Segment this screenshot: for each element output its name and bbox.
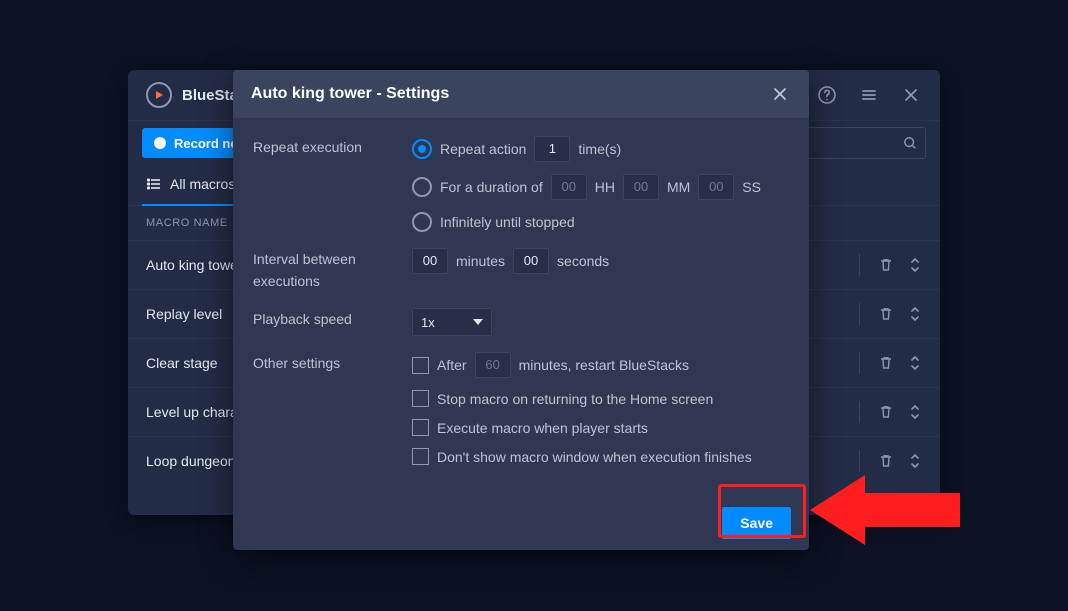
repeat-execution-label: Repeat execution bbox=[253, 136, 388, 232]
trash-icon[interactable] bbox=[878, 257, 894, 273]
settings-modal: Auto king tower - Settings Repeat execut… bbox=[233, 70, 809, 550]
reorder-icon[interactable] bbox=[908, 355, 922, 371]
duration-hh-label: HH bbox=[595, 179, 615, 195]
modal-title: Auto king tower - Settings bbox=[251, 85, 449, 103]
trash-icon[interactable] bbox=[878, 355, 894, 371]
reorder-icon[interactable] bbox=[908, 453, 922, 469]
modal-footer: Save bbox=[233, 496, 809, 550]
checkbox-execute-on-start[interactable] bbox=[412, 419, 429, 436]
restart-minutes-input[interactable]: 60 bbox=[475, 352, 511, 378]
divider bbox=[859, 352, 860, 374]
trash-icon[interactable] bbox=[878, 306, 894, 322]
radio-infinite[interactable] bbox=[412, 212, 432, 232]
duration-ss-label: SS bbox=[742, 179, 761, 195]
checkbox-restart-bluestacks[interactable] bbox=[412, 357, 429, 374]
divider bbox=[859, 254, 860, 276]
radio-for-duration[interactable] bbox=[412, 177, 432, 197]
interval-seconds-input[interactable]: 00 bbox=[513, 248, 549, 274]
playback-speed-select[interactable]: 1x bbox=[412, 308, 492, 336]
after-pre: After bbox=[437, 357, 467, 373]
interval-minutes-input[interactable]: 00 bbox=[412, 248, 448, 274]
for-duration-pre: For a duration of bbox=[440, 179, 543, 195]
stop-on-home-label: Stop macro on returning to the Home scre… bbox=[437, 391, 713, 407]
macro-name: Auto king tower bbox=[146, 257, 243, 273]
logo-icon bbox=[146, 82, 172, 108]
record-dot-icon bbox=[154, 137, 166, 149]
repeat-action-count-input[interactable]: 1 bbox=[534, 136, 570, 162]
no-window-label: Don't show macro window when execution f… bbox=[437, 449, 752, 465]
playback-speed-label: Playback speed bbox=[253, 308, 388, 336]
close-icon[interactable] bbox=[769, 83, 791, 105]
menu-icon[interactable] bbox=[858, 84, 880, 106]
trash-icon[interactable] bbox=[878, 404, 894, 420]
interval-minutes-label: minutes bbox=[456, 253, 505, 269]
chevron-down-icon bbox=[473, 319, 483, 325]
interval-label: Interval between executions bbox=[253, 248, 388, 292]
macro-name: Loop dungeon bbox=[146, 453, 236, 469]
checkbox-stop-on-home[interactable] bbox=[412, 390, 429, 407]
close-window-icon[interactable] bbox=[900, 84, 922, 106]
reorder-icon[interactable] bbox=[908, 404, 922, 420]
reorder-icon[interactable] bbox=[908, 257, 922, 273]
infinite-label: Infinitely until stopped bbox=[440, 214, 575, 230]
tab-all-macros-label: All macros bbox=[170, 176, 235, 192]
duration-ss-input[interactable]: 00 bbox=[698, 174, 734, 200]
radio-repeat-action[interactable] bbox=[412, 139, 432, 159]
other-settings-label: Other settings bbox=[253, 352, 388, 465]
macro-name: Replay level bbox=[146, 306, 222, 322]
save-button[interactable]: Save bbox=[722, 507, 791, 539]
macro-name: Clear stage bbox=[146, 355, 218, 371]
divider bbox=[859, 450, 860, 472]
duration-mm-label: MM bbox=[667, 179, 690, 195]
trash-icon[interactable] bbox=[878, 453, 894, 469]
divider bbox=[859, 303, 860, 325]
help-icon[interactable] bbox=[816, 84, 838, 106]
tab-all-macros[interactable]: All macros bbox=[142, 164, 239, 206]
search-icon bbox=[903, 136, 917, 150]
reorder-icon[interactable] bbox=[908, 306, 922, 322]
divider bbox=[859, 401, 860, 423]
duration-mm-input[interactable]: 00 bbox=[623, 174, 659, 200]
list-icon bbox=[146, 176, 162, 192]
repeat-action-pre: Repeat action bbox=[440, 141, 526, 157]
checkbox-no-window[interactable] bbox=[412, 448, 429, 465]
interval-seconds-label: seconds bbox=[557, 253, 609, 269]
duration-hh-input[interactable]: 00 bbox=[551, 174, 587, 200]
playback-speed-value: 1x bbox=[421, 315, 435, 330]
modal-header: Auto king tower - Settings bbox=[233, 70, 809, 118]
repeat-action-post: time(s) bbox=[578, 141, 621, 157]
execute-on-start-label: Execute macro when player starts bbox=[437, 420, 648, 436]
after-post: minutes, restart BlueStacks bbox=[519, 357, 689, 373]
